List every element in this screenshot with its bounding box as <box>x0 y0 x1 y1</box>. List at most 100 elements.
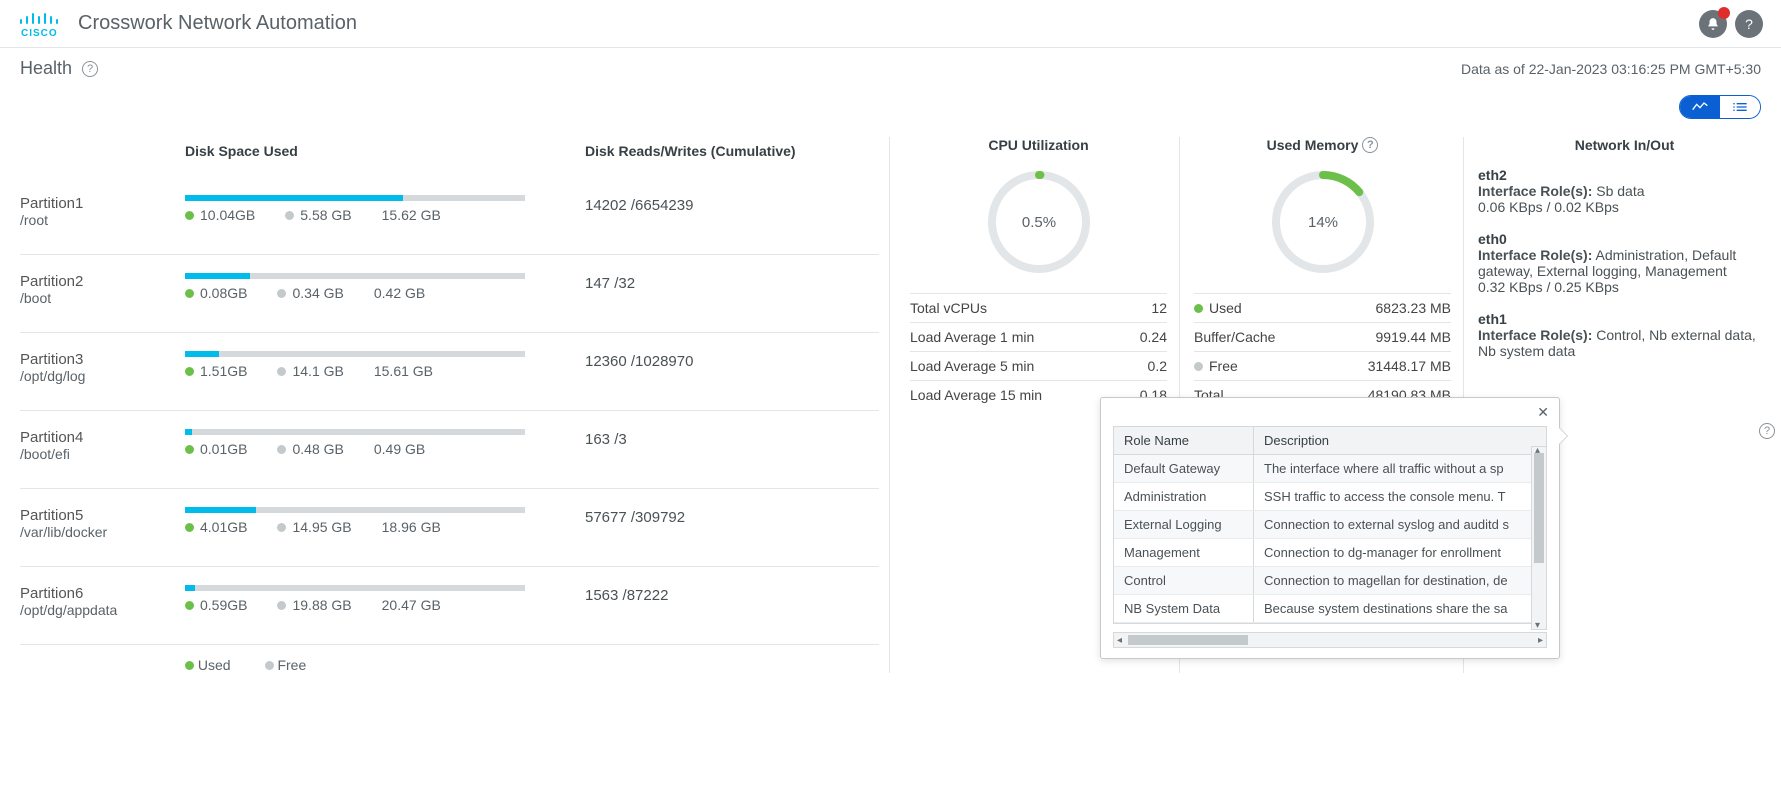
network-title: Network In/Out <box>1478 137 1771 153</box>
total-value: 15.62 GB <box>382 207 441 223</box>
memory-stat-row: Free 31448.17 MB <box>1194 351 1451 380</box>
cpu-stat-row: Load Average 5 min0.2 <box>910 351 1167 380</box>
interface-help-icon[interactable]: ? <box>1759 423 1775 439</box>
memory-gauge: 14% <box>1194 167 1451 277</box>
interface-name: eth1 <box>1478 311 1771 327</box>
cpu-stat-row: Total vCPUs 12 <box>910 293 1167 322</box>
disk-rw-value: 57677 /309792 <box>585 507 879 526</box>
legend-used: Used <box>198 657 231 673</box>
partition-row: Partition6 /opt/dg/appdata 0.59GB 19.88 … <box>20 567 879 645</box>
partition-row: Partition4 /boot/efi 0.01GB 0.48 GB 0.49… <box>20 411 879 489</box>
stat-label: Load Average 5 min <box>910 358 1034 374</box>
free-value: 5.58 GB <box>300 207 351 223</box>
table-row: External LoggingConnection to external s… <box>1114 511 1546 539</box>
notification-badge <box>1718 7 1730 19</box>
view-list-button[interactable] <box>1720 96 1760 118</box>
disk-usage-bar <box>185 351 525 357</box>
role-desc-cell: Because system destinations share the sa <box>1254 595 1546 622</box>
total-value: 20.47 GB <box>382 597 441 613</box>
popup-scrollbar-x[interactable]: ◂ ▸ <box>1113 632 1547 648</box>
disk-rw-value: 14202 /6654239 <box>585 195 879 214</box>
used-dot-icon <box>185 601 194 610</box>
used-dot-icon <box>185 367 194 376</box>
table-row: AdministrationSSH traffic to access the … <box>1114 483 1546 511</box>
free-value: 0.48 GB <box>292 441 343 457</box>
role-desc-cell: Connection to dg-manager for enrollment <box>1254 539 1546 566</box>
partition-row: Partition5 /var/lib/docker 4.01GB 14.95 … <box>20 489 879 567</box>
roles-label: Interface Role(s): <box>1478 327 1592 343</box>
stat-label: Total vCPUs <box>910 300 987 316</box>
free-dot-icon <box>277 445 286 454</box>
partition-label: Partition4 <box>20 429 185 446</box>
disk-usage-bar <box>185 507 525 513</box>
legend-free: Free <box>277 657 306 673</box>
table-row: ControlConnection to magellan for destin… <box>1114 567 1546 595</box>
close-icon[interactable]: ✕ <box>1537 404 1549 421</box>
disk-usage-bar <box>185 273 525 279</box>
partition-label: Partition1 <box>20 195 185 212</box>
popup-scrollbar-y[interactable]: ▴ ▾ <box>1531 446 1547 630</box>
stat-dot-icon <box>1194 362 1203 371</box>
notifications-icon[interactable] <box>1699 10 1727 38</box>
role-desc-cell: Connection to external syslog and auditd… <box>1254 511 1546 538</box>
used-dot-icon <box>185 523 194 532</box>
view-chart-button[interactable] <box>1680 96 1720 118</box>
role-name-cell: Default Gateway <box>1114 455 1254 482</box>
used-value: 10.04GB <box>200 207 255 223</box>
view-toggle <box>1679 95 1761 119</box>
disk-rw-value: 12360 /1028970 <box>585 351 879 370</box>
total-value: 0.42 GB <box>374 285 425 301</box>
memory-title: Used Memory <box>1267 137 1359 153</box>
role-desc-cell: The interface where all traffic without … <box>1254 455 1546 482</box>
memory-stat-row: Used6823.23 MB <box>1194 293 1451 322</box>
used-value: 0.08GB <box>200 285 247 301</box>
network-interface: eth2 Interface Role(s): Sb data 0.06 KBp… <box>1478 167 1771 215</box>
free-dot-icon <box>277 601 286 610</box>
role-desc-cell: Connection to magellan for destination, … <box>1254 567 1546 594</box>
legend: Used Free <box>20 645 879 673</box>
memory-help-icon[interactable]: ? <box>1362 137 1378 153</box>
stat-label: Buffer/Cache <box>1194 329 1275 345</box>
disk-rw-value: 163 /3 <box>585 429 879 448</box>
role-name-cell: Control <box>1114 567 1254 594</box>
network-interface: eth0 Interface Role(s): Administration, … <box>1478 231 1771 295</box>
disk-rw-header: Disk Reads/Writes (Cumulative) <box>585 143 879 159</box>
role-name-cell: NB System Data <box>1114 595 1254 622</box>
health-help-icon[interactable]: ? <box>82 61 98 77</box>
role-name-cell: External Logging <box>1114 511 1254 538</box>
table-row: ManagementConnection to dg-manager for e… <box>1114 539 1546 567</box>
role-name-cell: Administration <box>1114 483 1254 510</box>
free-value: 14.1 GB <box>292 363 343 379</box>
stat-value: 12 <box>1151 300 1167 316</box>
svg-text:CISCO: CISCO <box>21 28 58 37</box>
cisco-logo: CISCO <box>18 11 64 37</box>
partition-path: /boot <box>20 290 185 306</box>
cpu-title: CPU Utilization <box>910 137 1167 153</box>
stat-label: Free <box>1209 358 1238 374</box>
used-dot-icon <box>185 445 194 454</box>
stat-value: 31448.17 MB <box>1368 358 1451 374</box>
partition-label: Partition3 <box>20 351 185 368</box>
stat-dot-icon <box>1194 304 1203 313</box>
page-title: Health <box>20 58 72 79</box>
interface-rate: 0.32 KBps / 0.25 KBps <box>1478 279 1771 295</box>
disk-rw-value: 147 /32 <box>585 273 879 292</box>
partition-row: Partition2 /boot 0.08GB 0.34 GB 0.42 GB … <box>20 255 879 333</box>
free-dot-icon <box>285 211 294 220</box>
stat-value: 6823.23 MB <box>1376 300 1452 316</box>
partition-path: /var/lib/docker <box>20 524 185 540</box>
cpu-stat-row: Load Average 1 min0.24 <box>910 322 1167 351</box>
help-icon[interactable]: ? <box>1735 10 1763 38</box>
used-dot-icon <box>185 289 194 298</box>
partition-path: /opt/dg/log <box>20 368 185 384</box>
interface-rate: 0.06 KBps / 0.02 KBps <box>1478 199 1771 215</box>
free-value: 19.88 GB <box>292 597 351 613</box>
stat-label: Load Average 1 min <box>910 329 1034 345</box>
disk-usage-bar <box>185 195 525 201</box>
total-value: 0.49 GB <box>374 441 425 457</box>
interface-name: eth2 <box>1478 167 1771 183</box>
memory-stat-row: Buffer/Cache 9919.44 MB <box>1194 322 1451 351</box>
stat-value: 9919.44 MB <box>1376 329 1452 345</box>
roles-label: Interface Role(s): <box>1478 247 1592 263</box>
svg-text:14%: 14% <box>1307 214 1337 231</box>
